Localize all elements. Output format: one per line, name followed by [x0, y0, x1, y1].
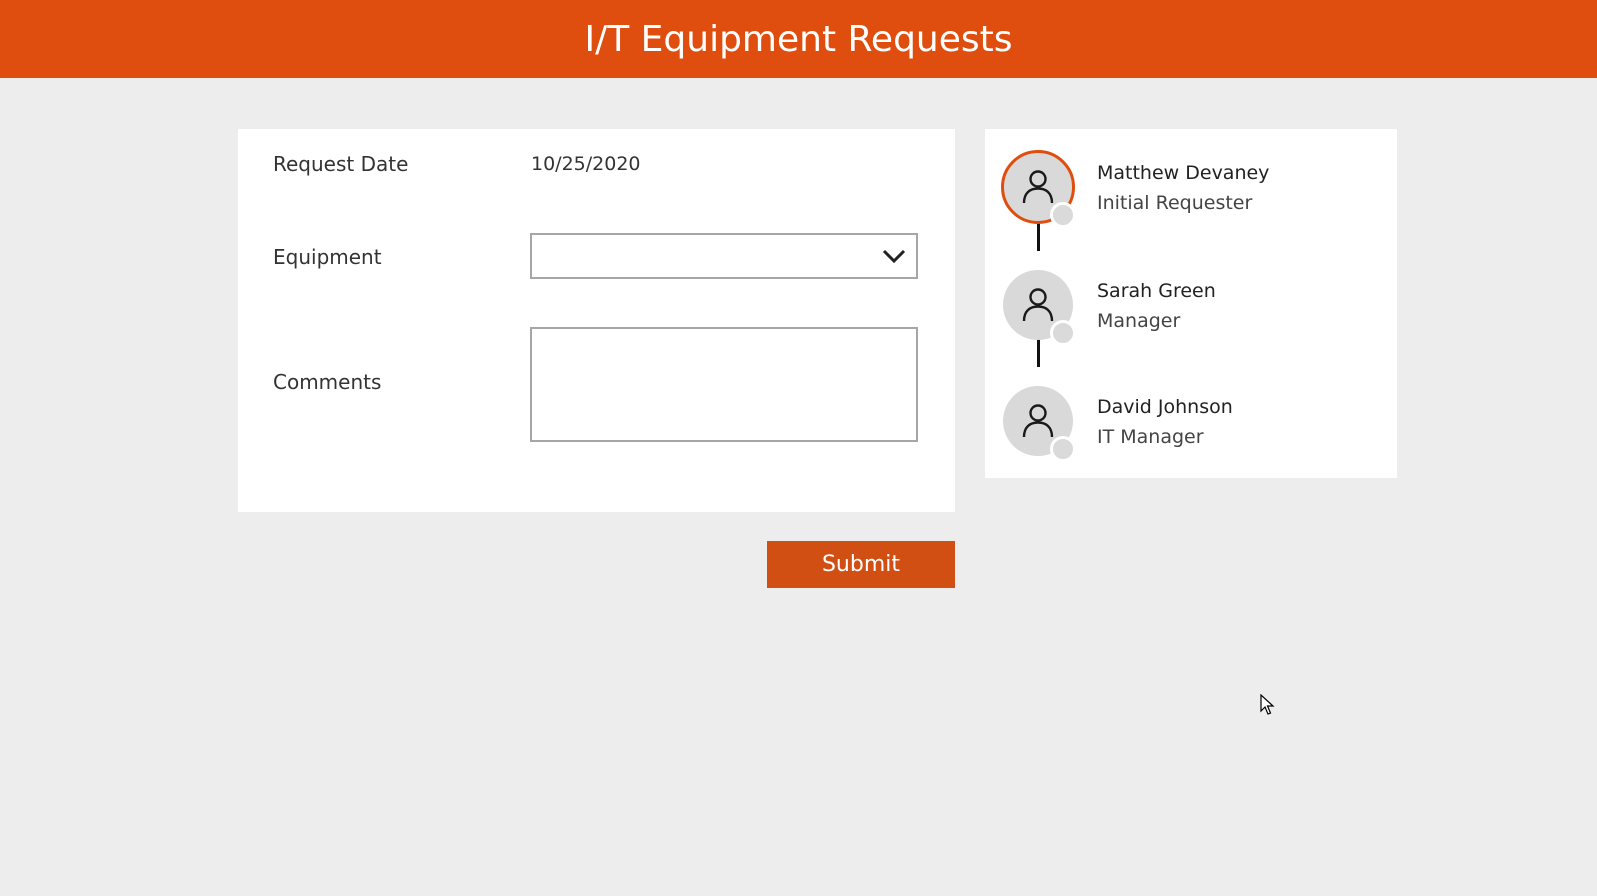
status-dot-icon	[1050, 202, 1076, 228]
app-header: I/T Equipment Requests	[0, 0, 1597, 78]
approver-role: IT Manager	[1097, 426, 1204, 448]
person-icon	[1022, 288, 1054, 322]
equipment-dropdown[interactable]	[530, 233, 918, 279]
comments-input[interactable]	[530, 327, 918, 442]
request-date-value: 10/25/2020	[531, 153, 641, 175]
approver-item: Sarah Green Manager	[1003, 270, 1383, 350]
status-dot-icon	[1050, 320, 1076, 346]
chevron-down-icon[interactable]	[880, 244, 908, 268]
approver-name: David Johnson	[1097, 396, 1233, 418]
approver-role: Initial Requester	[1097, 192, 1253, 214]
request-form: Request Date 10/25/2020 Equipment Commen…	[238, 129, 955, 512]
approver-item: Matthew Devaney Initial Requester	[1001, 150, 1383, 232]
approver-role: Manager	[1097, 310, 1181, 332]
submit-button[interactable]: Submit	[767, 541, 955, 588]
page-title: I/T Equipment Requests	[584, 18, 1013, 60]
equipment-label: Equipment	[273, 245, 382, 269]
person-icon	[1022, 404, 1054, 438]
mouse-cursor-icon	[1260, 694, 1275, 715]
status-dot-icon	[1050, 436, 1076, 462]
request-date-label: Request Date	[273, 152, 409, 176]
person-icon	[1022, 170, 1054, 204]
approver-name: Sarah Green	[1097, 280, 1216, 302]
comments-label: Comments	[273, 370, 382, 394]
approver-name: Matthew Devaney	[1097, 162, 1270, 184]
approval-chain: Matthew Devaney Initial Requester Sarah …	[985, 129, 1397, 478]
approver-item: David Johnson IT Manager	[1003, 386, 1383, 466]
